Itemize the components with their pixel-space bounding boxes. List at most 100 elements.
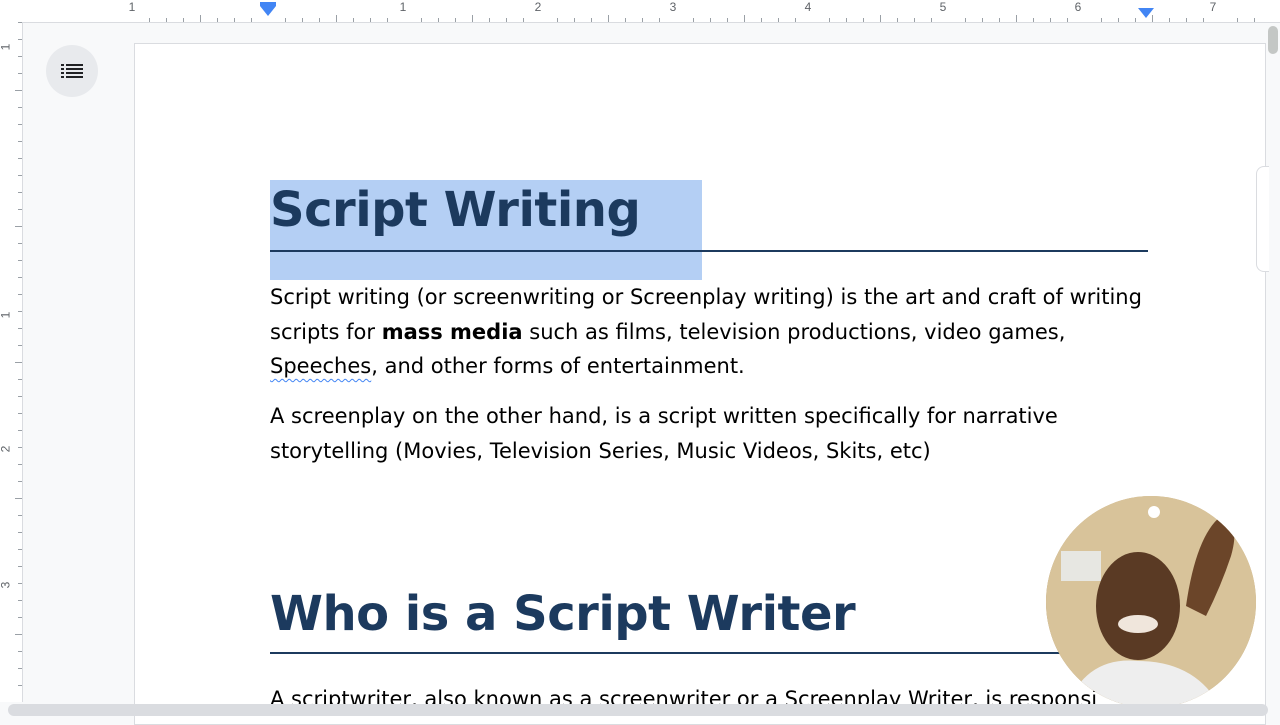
paragraph-definition[interactable]: Script writing (or screenwriting or Scre…	[270, 280, 1142, 384]
paragraph-line: such as films, television productions, v…	[522, 319, 1066, 344]
ruler-tick	[557, 18, 558, 22]
ruler-tick	[18, 192, 22, 193]
ruler-tick	[710, 18, 711, 22]
ruler-tick	[18, 73, 22, 74]
ruler-tick	[285, 18, 286, 22]
ruler-tick	[15, 498, 22, 499]
ruler-tick	[1067, 18, 1068, 22]
ruler-tick	[761, 18, 762, 22]
paragraph-screenplay[interactable]: A screenplay on the other hand, is a scr…	[270, 399, 1058, 468]
vertical-ruler[interactable]: 1 1 2 3	[0, 22, 23, 702]
ruler-tick	[18, 464, 22, 465]
ruler-tick	[18, 277, 22, 278]
ruler-tick	[693, 18, 694, 22]
ruler-tick	[18, 515, 22, 516]
ruler-tick	[18, 328, 22, 329]
left-indent-marker[interactable]	[260, 6, 276, 16]
ruler-tick	[744, 15, 745, 22]
document-outline-button[interactable]	[46, 45, 98, 97]
ruler-tick	[1135, 18, 1136, 22]
ruler-tick	[18, 345, 22, 346]
ruler-tick	[18, 39, 22, 40]
ruler-label: 1	[128, 0, 136, 14]
ruler-tick	[455, 18, 456, 22]
ruler-tick	[18, 311, 22, 312]
ruler-tick	[18, 617, 22, 618]
ruler-tick	[18, 175, 22, 176]
ruler-tick	[778, 18, 779, 22]
ruler-tick	[18, 56, 22, 57]
ruler-tick	[574, 18, 575, 22]
ruler-tick	[387, 18, 388, 22]
vertical-scrollbar[interactable]	[1268, 26, 1278, 54]
ruler-tick	[659, 18, 660, 22]
ruler-tick	[931, 18, 932, 22]
ruler-tick	[914, 18, 915, 22]
horizontal-ruler[interactable]: 1 1 2 3 4 5 6 7	[0, 0, 1280, 23]
ruler-tick	[18, 396, 22, 397]
ruler-tick	[625, 18, 626, 22]
horizontal-scrollbar[interactable]	[8, 704, 1268, 716]
heading-underline-rule	[270, 652, 1148, 654]
spellcheck-word[interactable]: Speeches	[270, 354, 371, 378]
ruler-tick	[149, 18, 150, 22]
ruler-tick	[336, 15, 337, 22]
ruler-tick	[438, 18, 439, 22]
ruler-tick	[353, 18, 354, 22]
ruler-tick	[370, 18, 371, 22]
ruler-tick	[829, 18, 830, 22]
ruler-tick	[200, 15, 201, 22]
ruler-tick	[15, 634, 22, 635]
ruler-tick	[18, 107, 22, 108]
ruler-tick	[18, 158, 22, 159]
ruler-tick	[982, 18, 983, 22]
ruler-label: 2	[0, 446, 12, 453]
ruler-label: 7	[1209, 0, 1217, 14]
ruler-tick	[642, 18, 643, 22]
ruler-tick	[183, 18, 184, 22]
ruler-tick	[15, 226, 22, 227]
ruler-tick	[319, 18, 320, 22]
ruler-tick	[523, 18, 524, 22]
ruler-label: 4	[804, 0, 812, 14]
ruler-tick	[18, 260, 22, 261]
ruler-tick	[999, 18, 1000, 22]
ruler-tick	[18, 413, 22, 414]
ruler-tick	[1033, 18, 1034, 22]
side-panel-tab[interactable]	[1256, 166, 1269, 272]
ruler-tick	[1203, 18, 1204, 22]
ruler-tick	[251, 18, 252, 22]
ruler-tick	[166, 18, 167, 22]
ruler-tick	[18, 532, 22, 533]
ruler-tick	[608, 15, 609, 22]
ruler-tick	[18, 430, 22, 431]
ruler-tick	[302, 18, 303, 22]
webcam-overlay	[1046, 496, 1256, 708]
ruler-tick	[18, 294, 22, 295]
ruler-tick	[1237, 18, 1238, 22]
ruler-tick	[472, 15, 473, 22]
ruler-label: 1	[399, 0, 407, 14]
ruler-tick	[965, 18, 966, 22]
ruler-tick	[18, 124, 22, 125]
paragraph-line: storytelling (Movies, Television Series,…	[270, 438, 931, 463]
ruler-tick	[15, 362, 22, 363]
ruler-tick	[18, 141, 22, 142]
ruler-tick	[863, 18, 864, 22]
ruler-tick	[18, 243, 22, 244]
ruler-tick	[1050, 18, 1051, 22]
presenter-figure	[1046, 496, 1256, 708]
heading-script-writing[interactable]: Script Writing	[270, 182, 641, 238]
ruler-tick	[18, 549, 22, 550]
ruler-tick	[18, 600, 22, 601]
ruler-label: 1	[0, 44, 12, 51]
ruler-tick	[18, 379, 22, 380]
ruler-tick	[1169, 18, 1170, 22]
heading-who-is-a-script-writer[interactable]: Who is a Script Writer	[270, 586, 856, 642]
ruler-tick	[18, 566, 22, 567]
ruler-tick	[18, 651, 22, 652]
ruler-tick	[234, 18, 235, 22]
ruler-tick	[1152, 15, 1153, 22]
ruler-label: 1	[0, 312, 12, 319]
ruler-tick	[15, 90, 22, 91]
